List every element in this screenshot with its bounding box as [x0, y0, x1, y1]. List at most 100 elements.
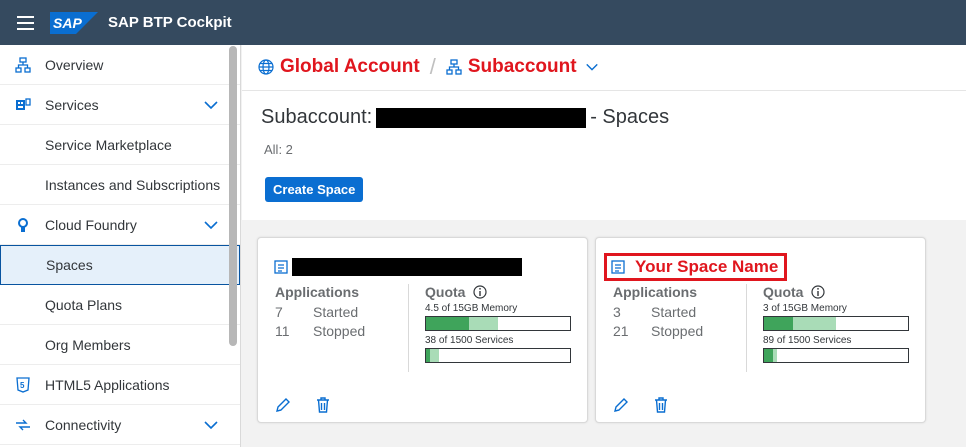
chevron-down-icon[interactable] [585, 60, 599, 74]
allocated-fill [792, 317, 836, 330]
sidebar-item-services[interactable]: Services [0, 85, 240, 125]
stopped-count: 21 [613, 323, 629, 339]
quota-title: Quota [425, 284, 488, 300]
page-title: Subaccount: - Spaces [261, 106, 669, 129]
card-divider [746, 284, 747, 372]
sidebar-item-label: Connectivity [45, 416, 122, 433]
breadcrumb-global-account[interactable]: Global Account [280, 56, 420, 78]
quota-title-label: Quota [763, 284, 804, 300]
services-quota-bar [425, 348, 571, 363]
sidebar-item-label: Cloud Foundry [45, 216, 137, 233]
svg-text:5: 5 [20, 381, 25, 390]
used-fill [764, 349, 773, 362]
app-title: SAP BTP Cockpit [108, 14, 232, 31]
breadcrumb-subaccount[interactable]: Subaccount [468, 56, 577, 78]
sidebar-item-label: Overview [45, 56, 104, 73]
redacted-subaccount-name [376, 107, 587, 128]
sidebar-item-cloud-foundry[interactable]: Cloud Foundry [0, 205, 240, 245]
sidebar-item-instances-subscriptions[interactable]: Instances and Subscriptions [0, 165, 240, 205]
started-label: Started [651, 304, 697, 320]
space-name-link[interactable]: Your Space Name [635, 257, 778, 277]
started-row: 7 Started [275, 304, 358, 320]
space-card-title[interactable] [274, 256, 522, 278]
sidebar-item-service-marketplace[interactable]: Service Marketplace [0, 125, 240, 165]
space-card-title[interactable]: Your Space Name [604, 253, 788, 281]
sap-logo: SAP [50, 11, 98, 34]
services-quota-label: 38 of 1500 Services [425, 335, 514, 346]
memory-quota-label: 4.5 of 15GB Memory [425, 303, 518, 314]
svg-text:SAP: SAP [53, 15, 82, 31]
sidebar-item-org-members[interactable]: Org Members [0, 325, 240, 365]
space-card[interactable]: Your Space Name Applications 3 Started 2… [595, 237, 926, 423]
memory-quota-label: 3 of 15GB Memory [763, 303, 847, 314]
chevron-down-icon[interactable] [203, 417, 219, 433]
sidebar-item-label: Services [45, 96, 99, 113]
redacted-space-name [292, 258, 522, 276]
sidebar-item-label: Quota Plans [45, 296, 123, 313]
delete-icon[interactable] [652, 396, 670, 414]
services-icon [15, 97, 31, 113]
sidebar-item-label: Instances and Subscriptions [45, 176, 221, 193]
item-count: All: 2 [264, 142, 293, 157]
allocated-fill [469, 317, 498, 330]
used-fill [426, 317, 470, 330]
sidebar-item-label: Service Marketplace [45, 136, 172, 153]
menu-icon[interactable] [0, 0, 50, 45]
space-icon [274, 260, 288, 274]
sidebar-item-label: HTML5 Applications [45, 376, 170, 393]
services-quota-bar [763, 348, 909, 363]
html5-icon: 5 [15, 376, 31, 393]
delete-icon[interactable] [314, 396, 332, 414]
stopped-count: 11 [275, 323, 290, 339]
stopped-label: Stopped [651, 323, 704, 339]
stopped-row: 11 Stopped [275, 323, 365, 339]
stopped-row: 21 Stopped [613, 323, 703, 339]
info-icon[interactable] [811, 285, 826, 299]
memory-quota-bar [425, 316, 571, 331]
used-fill [764, 317, 793, 330]
sidebar-item-connectivity[interactable]: Connectivity [0, 405, 240, 445]
sidebar-item-label: Org Members [45, 336, 131, 353]
memory-quota-bar [763, 316, 909, 331]
chevron-down-icon[interactable] [203, 97, 219, 113]
page-header: Global Account / Subaccount Subaccount: … [242, 45, 966, 220]
space-icon [611, 260, 625, 274]
page-title-suffix: - Spaces [590, 106, 670, 128]
sidebar-item-label: Spaces [46, 257, 93, 273]
edit-icon[interactable] [274, 396, 292, 414]
used-fill [426, 349, 430, 362]
started-count: 7 [275, 304, 283, 320]
edit-icon[interactable] [612, 396, 630, 414]
globe-icon [258, 59, 274, 75]
allocated-fill [772, 349, 777, 362]
started-row: 3 Started [613, 304, 696, 320]
stopped-label: Stopped [313, 323, 366, 339]
applications-title: Applications [613, 284, 698, 300]
page-title-prefix: Subaccount: [261, 106, 373, 128]
services-quota-label: 89 of 1500 Services [763, 335, 852, 346]
card-divider [408, 284, 409, 372]
space-name-highlight: Your Space Name [604, 253, 788, 281]
hierarchy-icon [446, 59, 462, 75]
info-icon[interactable] [473, 285, 488, 299]
chevron-down-icon[interactable] [203, 217, 219, 233]
sidebar-item-html5-applications[interactable]: 5 HTML5 Applications [0, 365, 240, 405]
sidebar-scrollbar[interactable] [229, 46, 237, 346]
cloud-foundry-icon [15, 217, 31, 233]
card-actions [612, 396, 670, 414]
create-space-button[interactable]: Create Space [265, 177, 364, 202]
started-label: Started [313, 304, 359, 320]
header-divider [242, 90, 966, 91]
sidebar-item-overview[interactable]: Overview [0, 45, 240, 85]
hierarchy-icon [15, 56, 31, 73]
space-card[interactable]: Applications 7 Started 11 Stopped Quota … [257, 237, 588, 423]
sidebar-item-spaces[interactable]: Spaces [0, 245, 240, 285]
shell-bar: SAP SAP BTP Cockpit [0, 0, 966, 45]
breadcrumb-separator: / [429, 54, 436, 79]
sidebar-item-quota-plans[interactable]: Quota Plans [0, 285, 240, 325]
allocated-fill [429, 349, 439, 362]
quota-title: Quota [763, 284, 826, 300]
quota-title-label: Quota [425, 284, 466, 300]
breadcrumb: Global Account / Subaccount [258, 54, 599, 79]
applications-title: Applications [275, 284, 360, 300]
